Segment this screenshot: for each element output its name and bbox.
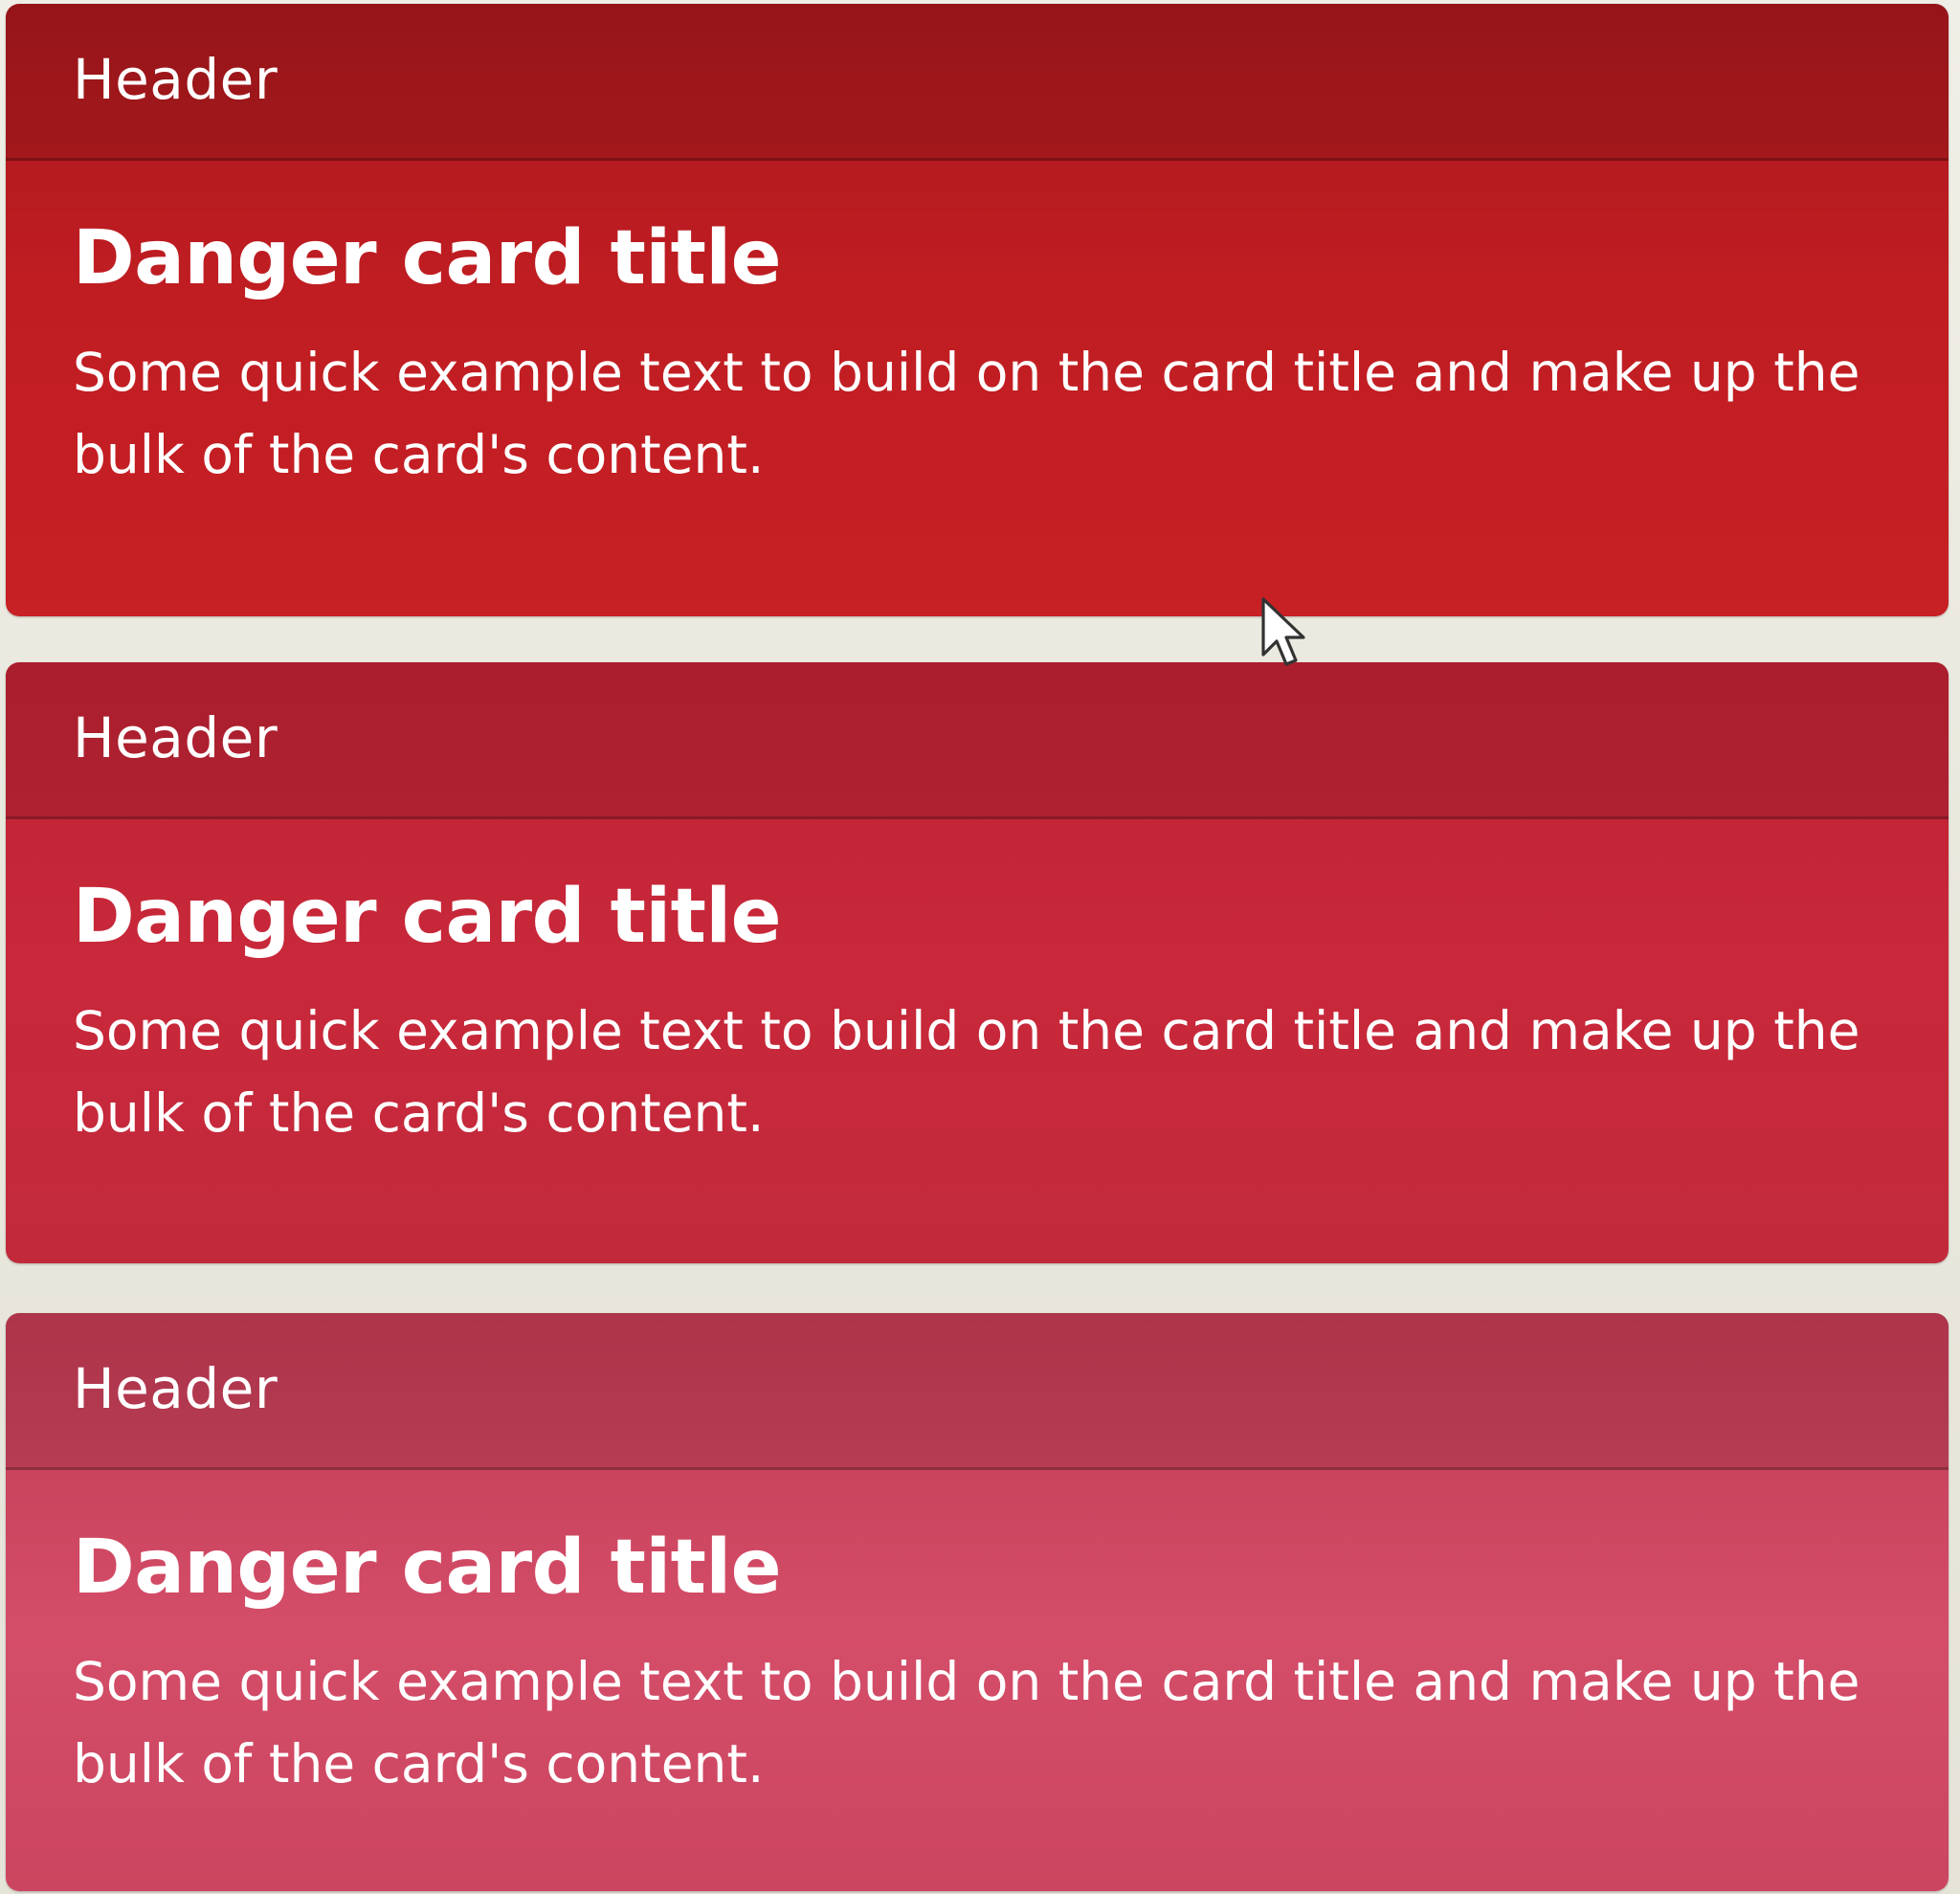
card-text: Some quick example text to build on the … [73,1650,1860,1794]
page: Header Danger card title Some quick exam… [0,0,1960,1894]
danger-card-1: Header Danger card title Some quick exam… [6,4,1949,616]
card-header-label: Header [73,46,278,112]
card-header-label: Header [73,1355,278,1421]
card-header: Header [6,1313,1949,1470]
card-title: Danger card title [73,215,782,301]
card-header: Header [6,662,1949,819]
mouse-pointer-icon [1261,597,1305,666]
card-title: Danger card title [73,874,782,960]
danger-card-3: Header Danger card title Some quick exam… [6,1313,1949,1891]
danger-card-2: Header Danger card title Some quick exam… [6,662,1949,1263]
card-text: Some quick example text to build on the … [73,999,1860,1144]
card-header-label: Header [73,704,278,770]
card-body: Danger card title Some quick example tex… [6,161,1949,496]
card-text: Some quick example text to build on the … [73,341,1860,485]
card-title: Danger card title [73,1525,782,1611]
card-body: Danger card title Some quick example tex… [6,1470,1949,1805]
card-header: Header [6,4,1949,161]
card-body: Danger card title Some quick example tex… [6,819,1949,1154]
